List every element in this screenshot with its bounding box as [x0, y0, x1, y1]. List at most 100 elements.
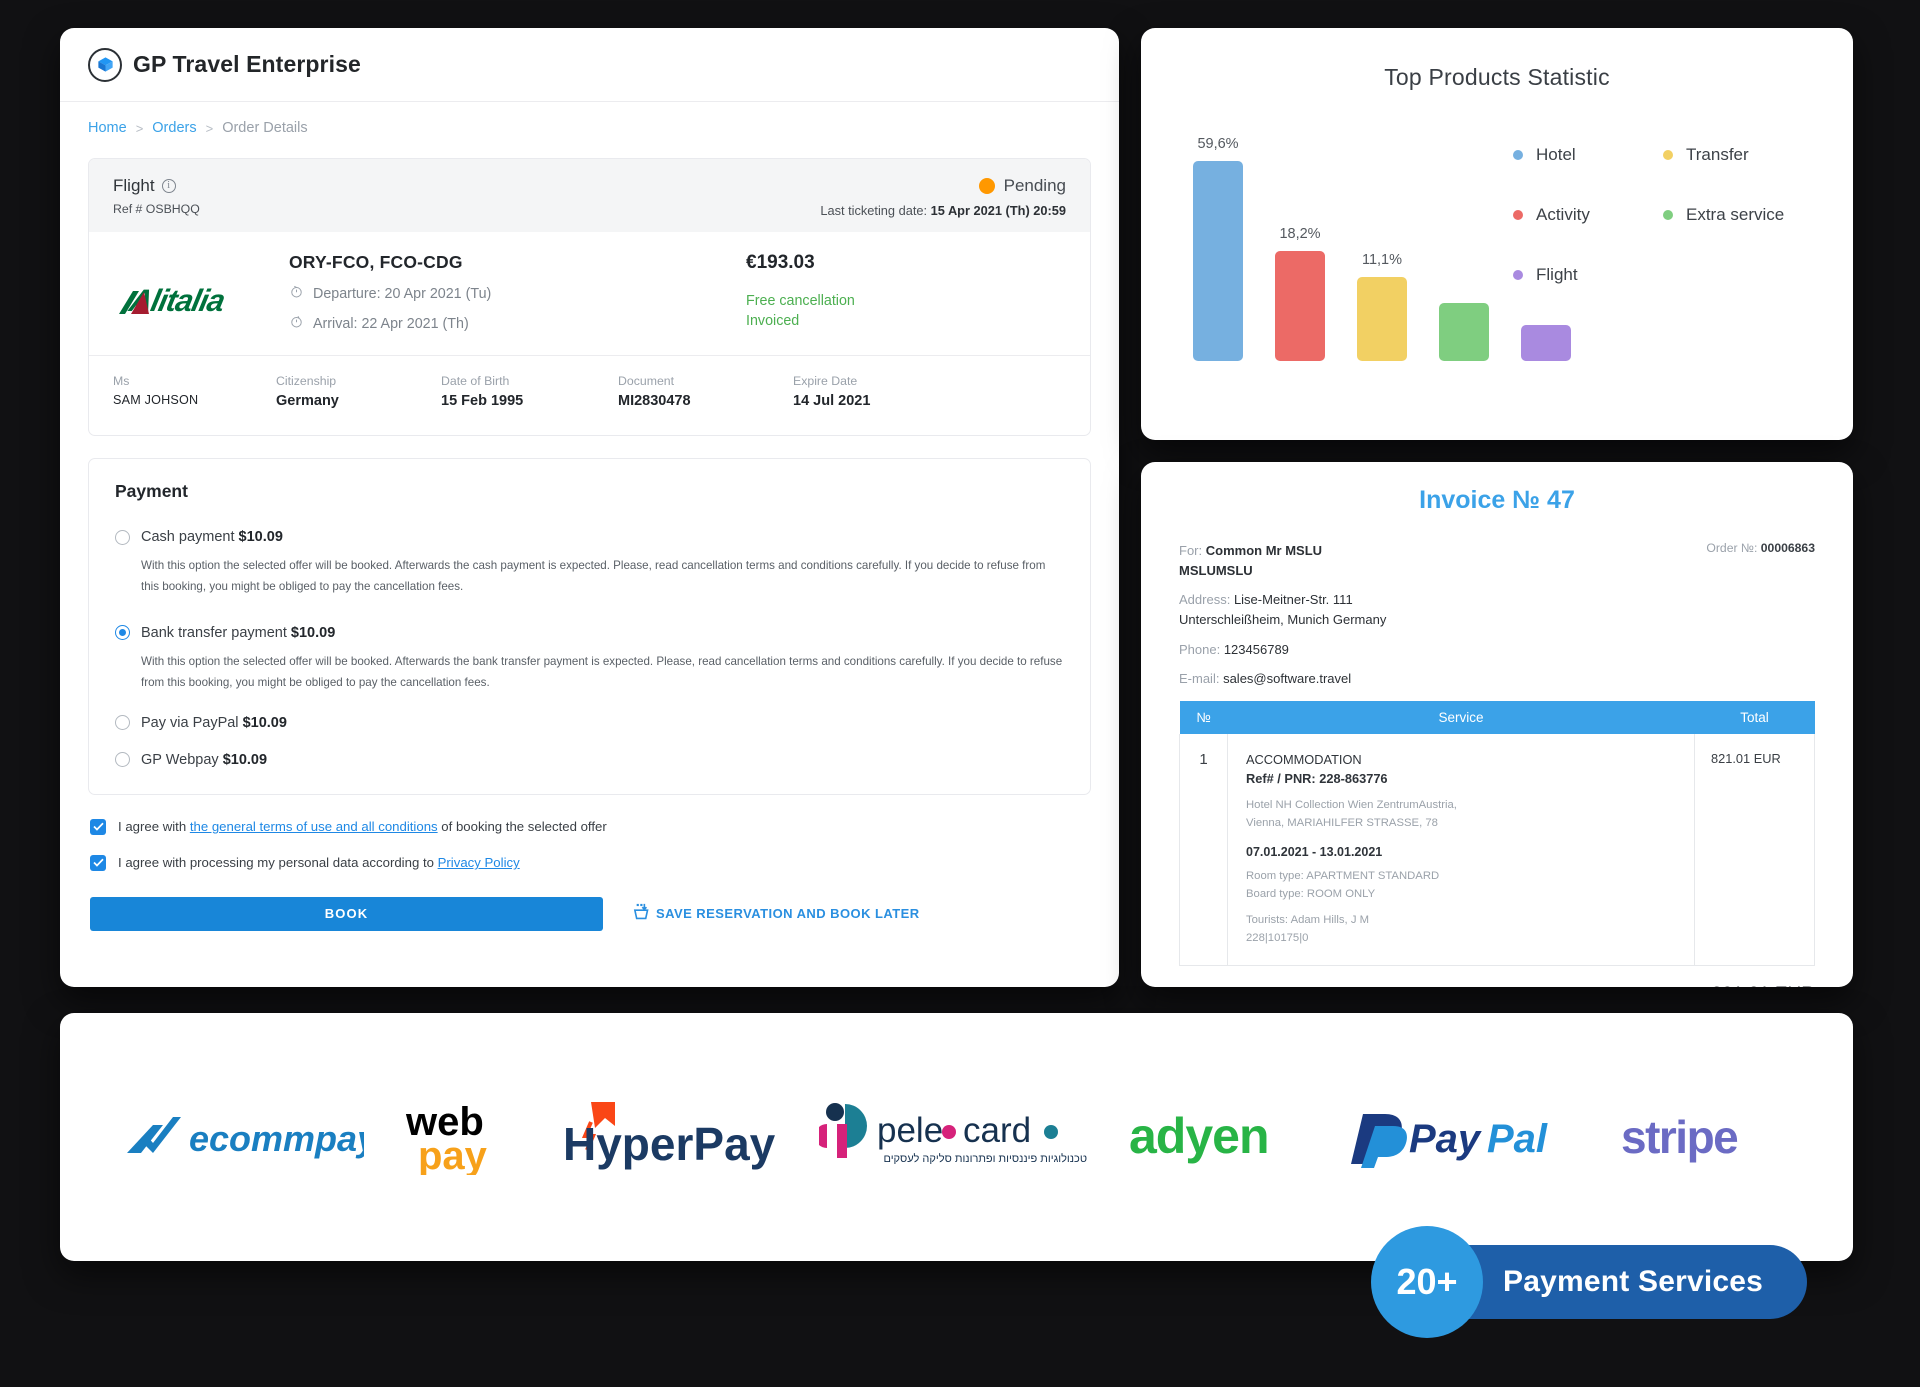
order-label: Order №:	[1706, 541, 1758, 555]
for-name-2: MSLUMSLU	[1179, 563, 1253, 579]
status-text: Pending	[1003, 176, 1066, 195]
order-value: 00006863	[1760, 541, 1815, 555]
bar-value-label: 11,1%	[1361, 252, 1403, 268]
for-label: For:	[1179, 543, 1203, 558]
row-total: 821.01 EUR	[1694, 733, 1815, 967]
table-row: 1 ACCOMMODATION Ref# / PNR: 228-863776 H…	[1179, 733, 1815, 967]
bar-slot[interactable]: 59,6%	[1193, 136, 1243, 361]
flight-title-row: Flight i	[113, 176, 200, 196]
checkbox-privacy[interactable]	[90, 854, 106, 871]
col-number: №	[1179, 700, 1228, 734]
phone-label: Phone:	[1179, 641, 1221, 657]
agreement-privacy-row[interactable]: I agree with processing my personal data…	[90, 854, 1089, 871]
radio-bank-transfer[interactable]	[115, 625, 130, 641]
expire-label: Expire Date	[793, 374, 858, 388]
book-button[interactable]: BOOK	[90, 896, 603, 931]
row-number: 1	[1179, 733, 1228, 967]
pelecard-subtitle: טכנולוגיות פיננסיות ופתרונות סליקה לעסקי…	[883, 1152, 1087, 1165]
legend-label: Transfer	[1686, 145, 1749, 164]
paypal-logo: Pay Pal	[1350, 1106, 1581, 1168]
breadcrumb-separator-1: >	[135, 120, 144, 136]
tourist-code: 228|10175|0	[1246, 931, 1309, 944]
legend-item-transfer[interactable]: Transfer	[1663, 145, 1853, 165]
privacy-pre-text: I agree with processing my personal data…	[118, 855, 438, 871]
payment-option-paypal[interactable]: Pay via PayPal $10.09	[115, 715, 1064, 731]
address-label: Address:	[1179, 592, 1231, 608]
legend-label: Flight	[1536, 265, 1578, 284]
breadcrumb-home[interactable]: Home	[88, 120, 127, 136]
departure-clock-icon	[289, 284, 304, 303]
save-reservation-button[interactable]: SAVE RESERVATION AND BOOK LATER	[633, 903, 920, 925]
citizenship-label: Citizenship	[276, 374, 337, 388]
legend-item-flight[interactable]: Flight	[1513, 265, 1663, 285]
passenger-name-value: SAM JOHSON	[113, 393, 199, 407]
legend-dot-icon	[1663, 210, 1673, 220]
email-label: E-mail:	[1179, 670, 1220, 686]
bar-activity[interactable]	[1275, 251, 1325, 361]
dob-value: 15 Feb 1995	[441, 393, 524, 409]
hotel-line-1: Hotel NH Collection Wien ZentrumAustria,	[1246, 799, 1457, 812]
cancellation-info: Free cancellation Invoiced	[746, 291, 1066, 332]
svg-text:pele: pele	[877, 1111, 943, 1150]
svg-text:stripe: stripe	[1621, 1111, 1738, 1163]
dob-label: Date of Birth	[441, 374, 510, 388]
flight-route: ORY-FCO, FCO-CDG	[289, 252, 463, 272]
ticketing-value: 15 Apr 2021 (Th) 20:59	[930, 203, 1066, 218]
legend-dot-icon	[1513, 270, 1523, 280]
tourists: Tourists: Adam Hills, J M	[1246, 914, 1370, 927]
hotel-line-2: Vienna, MARIAHILFER STRASSE, 78	[1246, 816, 1438, 829]
radio-paypal[interactable]	[115, 715, 130, 731]
breadcrumb-separator-2: >	[205, 120, 214, 136]
payment-option-cash-label: Cash payment $10.09	[141, 529, 283, 545]
checkbox-terms[interactable]	[90, 818, 106, 835]
for-name: Common Mr MSLU	[1205, 543, 1323, 558]
status-dot-icon	[978, 178, 995, 194]
legend-item-hotel[interactable]: Hotel	[1513, 145, 1663, 165]
radio-cash-payment[interactable]	[115, 529, 130, 545]
document-label: Document	[618, 374, 675, 388]
agreement-terms-row[interactable]: I agree with the general terms of use an…	[90, 818, 1089, 835]
service-ref: Ref# / PNR: 228-863776	[1246, 771, 1388, 787]
bar-extra-service[interactable]	[1439, 303, 1489, 361]
invoice-table: № Service Total 1 ACCOMMODATION Ref# / P…	[1179, 700, 1815, 967]
bar-hotel[interactable]	[1193, 161, 1243, 361]
free-cancellation-text: Free cancellation	[746, 293, 855, 309]
document-value: MI2830478	[618, 393, 691, 409]
terms-link[interactable]: the general terms of use and all conditi…	[190, 819, 438, 834]
bar-slot[interactable]: 18,2%	[1275, 226, 1325, 361]
radio-gp-webpay[interactable]	[115, 752, 130, 768]
bar-slot[interactable]	[1521, 316, 1571, 361]
expire-value: 14 Jul 2021	[793, 393, 871, 409]
invoice-card: Invoice № 47 Order №: 00006863 For: Comm…	[1141, 462, 1853, 987]
legend-dot-icon	[1513, 150, 1523, 160]
privacy-policy-link[interactable]: Privacy Policy	[438, 855, 520, 870]
flight-body: Alitalia ORY-FCO, FCO-CDG Departure: 20 …	[89, 232, 1090, 355]
breadcrumb-orders[interactable]: Orders	[152, 120, 196, 136]
passenger-title-cell: Ms SAM JOHSON	[113, 374, 276, 409]
svg-text:adyen: adyen	[1129, 1109, 1269, 1164]
bar-transfer[interactable]	[1357, 277, 1407, 361]
last-ticketing-date: Last ticketing date: 15 Apr 2021 (Th) 20…	[820, 203, 1066, 218]
payment-option-bank-transfer[interactable]: Bank transfer payment $10.09 With this o…	[115, 625, 1064, 694]
legend-dot-icon	[1663, 150, 1673, 160]
legend-item-activity[interactable]: Activity	[1513, 205, 1663, 225]
departure-row: Departure: 20 Apr 2021 (Tu)	[289, 284, 736, 303]
cash-label-text: Cash payment	[141, 529, 235, 545]
screenshot-root: GP Travel Enterprise Home > Orders > Ord…	[0, 0, 1920, 1387]
bar-flight[interactable]	[1521, 325, 1571, 361]
arrival-row: Arrival: 22 Apr 2021 (Th)	[289, 314, 736, 333]
info-icon[interactable]: i	[161, 179, 176, 193]
cash-amount: $10.09	[238, 529, 283, 545]
bar-slot[interactable]: 11,1%	[1357, 252, 1407, 361]
invoice-title: Invoice № 47	[1419, 486, 1575, 514]
col-service: Service	[1227, 700, 1695, 734]
ticketing-label: Last ticketing date:	[820, 203, 928, 218]
payment-option-gp-webpay[interactable]: GP Webpay $10.09	[115, 752, 1064, 768]
bar-slot[interactable]	[1439, 294, 1489, 361]
citizenship-value: Germany	[276, 393, 339, 409]
invoice-footer: Pay invoice to 03.03.2021 13:50 Total: 8…	[1141, 966, 1853, 987]
payment-section-title: Payment	[115, 481, 188, 501]
legend-item-extra-service[interactable]: Extra service	[1663, 205, 1853, 225]
payment-option-cash[interactable]: Cash payment $10.09 With this option the…	[115, 529, 1064, 598]
svg-text:Pal: Pal	[1487, 1117, 1548, 1161]
